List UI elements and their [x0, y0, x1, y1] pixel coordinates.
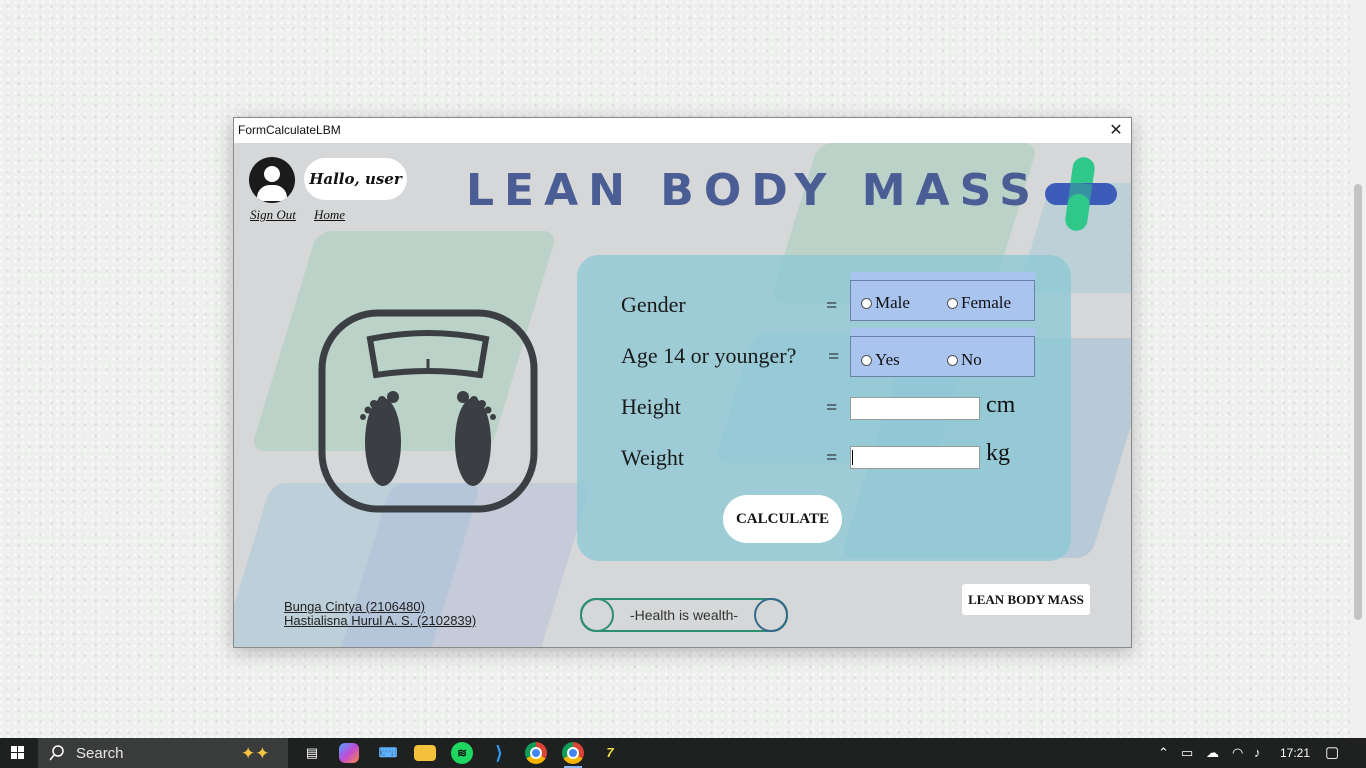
credit-line: Hastialisna Hurul A. S. (2102839): [284, 613, 477, 628]
radio-circle-icon[interactable]: [861, 297, 872, 309]
vscode-icon[interactable]: ⟩: [488, 742, 510, 764]
radio-yes[interactable]: Yes: [861, 350, 900, 370]
height-unit: cm: [986, 392, 1016, 418]
weight-unit: kg: [986, 440, 1010, 466]
calculate-button[interactable]: CALCULATE: [723, 495, 842, 543]
search-placeholder: Search: [76, 745, 124, 762]
chevron-up-icon[interactable]: ⌃: [1158, 738, 1169, 768]
equals-sign: =: [826, 447, 838, 469]
window-titlebar[interactable]: FormCalculateLBM ✕: [234, 118, 1131, 143]
notification-icon[interactable]: ▢: [1325, 738, 1339, 768]
taskbar-search[interactable]: Search ✦✦: [38, 738, 288, 768]
close-icon[interactable]: ✕: [1101, 118, 1131, 143]
motto-text: -Health is wealth-: [629, 607, 739, 623]
radio-female[interactable]: Female: [947, 293, 1011, 313]
volume-icon[interactable]: ♪: [1254, 738, 1261, 768]
lean-body-mass-button[interactable]: LEAN BODY MASS: [962, 584, 1090, 615]
copilot-sparkle-icon: ✦✦: [241, 744, 270, 763]
input-panel: Gender = Male Female Age 14 or younger? …: [577, 255, 1071, 561]
circle-icon: [754, 598, 788, 632]
radio-circle-icon[interactable]: [947, 354, 958, 366]
taskbar: Search ✦✦ ▤ ⌨ ≋ ⟩ 7 ⌃ ▭ ☁ ◠ ♪ 17:21 ▢: [0, 738, 1366, 768]
weight-label: Weight: [621, 445, 684, 470]
home-link[interactable]: Home: [314, 207, 345, 223]
equals-sign: =: [826, 295, 838, 317]
wifi-icon[interactable]: ◠: [1232, 738, 1243, 768]
file-explorer-icon[interactable]: [414, 745, 436, 761]
chrome-icon-2[interactable]: [562, 742, 584, 768]
age-label: Age 14 or younger?: [621, 343, 797, 368]
page-title: LEAN BODY MASS: [466, 165, 1041, 216]
credit-line: Bunga Cintya (2106480): [284, 599, 425, 614]
gender-label: Gender: [621, 292, 686, 317]
windows-start-icon[interactable]: [0, 738, 36, 768]
search-icon: [49, 745, 64, 761]
battery-icon[interactable]: ▭: [1181, 738, 1193, 768]
window-title: FormCalculateLBM: [238, 123, 341, 137]
task-view-icon[interactable]: ▤: [301, 742, 323, 764]
radio-circle-icon[interactable]: [947, 297, 958, 309]
height-label: Height: [621, 394, 681, 419]
age-radio-group: Yes No: [850, 328, 1036, 377]
scrollbar-thumb[interactable]: [1354, 184, 1362, 620]
credits: Bunga Cintya (2106480) Hastialisna Hurul…: [284, 600, 476, 628]
user-avatar-icon: [249, 157, 295, 203]
equals-sign: =: [828, 346, 840, 368]
circle-icon: [580, 598, 614, 632]
weight-input[interactable]: [850, 446, 980, 469]
form-client-area: Hallo, user Sign Out Home LEAN BODY MASS…: [234, 143, 1131, 647]
motto-badge: -Health is wealth-: [580, 598, 788, 632]
chrome-icon[interactable]: [525, 742, 547, 764]
lbm-window: FormCalculateLBM ✕ Hallo, user Sign Out …: [233, 117, 1132, 648]
radio-no[interactable]: No: [947, 350, 982, 370]
sign-out-link[interactable]: Sign Out: [250, 207, 296, 223]
equals-sign: =: [826, 397, 838, 419]
gender-radio-group: Male Female: [850, 272, 1036, 321]
radio-circle-icon[interactable]: [861, 354, 872, 366]
text-cursor: [852, 450, 853, 465]
medical-cross-logo-icon: [1045, 157, 1117, 231]
bathroom-scale-icon: [318, 309, 538, 513]
copilot-icon[interactable]: [339, 743, 359, 763]
height-input[interactable]: [850, 397, 980, 420]
editor-icon[interactable]: 7: [599, 742, 621, 764]
page-scrollbar[interactable]: [1350, 0, 1366, 738]
greeting-label: Hallo, user: [304, 158, 407, 200]
spotify-icon[interactable]: ≋: [451, 742, 473, 764]
keyboard-icon[interactable]: ⌨: [377, 742, 399, 764]
radio-male[interactable]: Male: [861, 293, 910, 313]
taskbar-clock[interactable]: 17:21: [1280, 738, 1310, 768]
onedrive-cloud-icon[interactable]: ☁: [1206, 738, 1219, 768]
